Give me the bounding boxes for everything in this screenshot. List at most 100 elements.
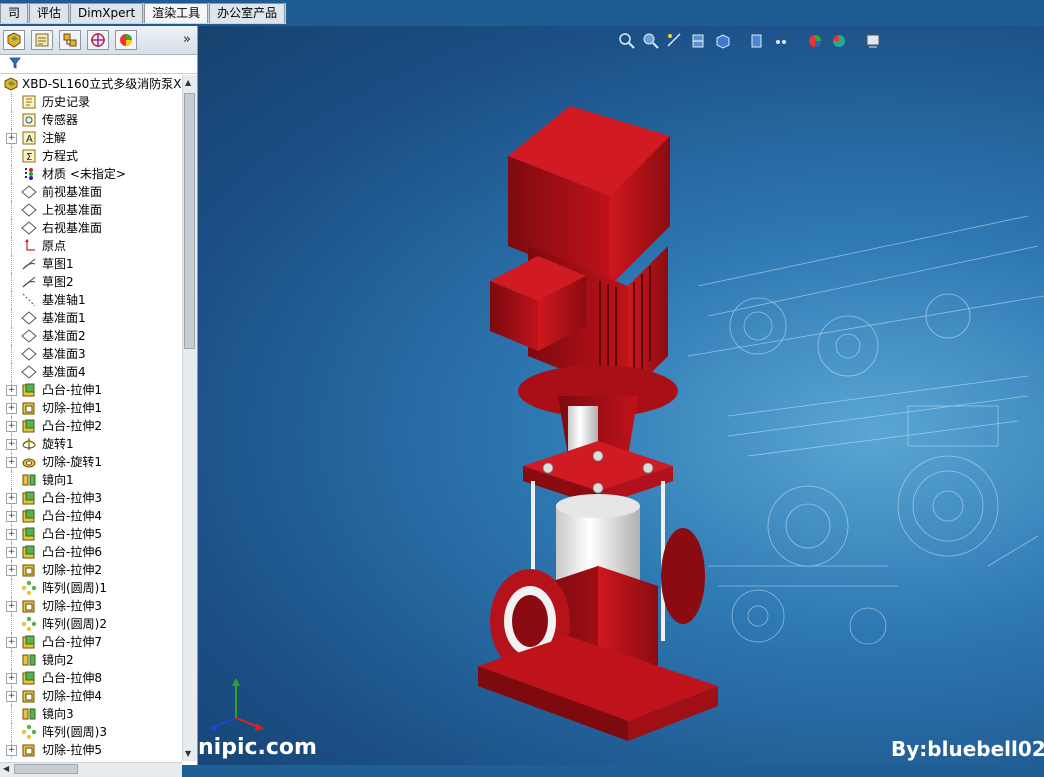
command-tab[interactable]: DimXpert <box>70 3 144 23</box>
tree-root-part[interactable]: XBD-SL160立式多级消防泵X <box>0 75 182 93</box>
tree-connector <box>11 471 13 489</box>
boss-extrude-icon <box>21 544 37 560</box>
tree-vertical-scrollbar[interactable]: ▲ ▼ <box>182 75 197 761</box>
tree-item[interactable]: 上视基准面 <box>0 201 182 219</box>
tree-item[interactable]: 草图1 <box>0 255 182 273</box>
expand-toggle-icon[interactable]: + <box>6 385 17 396</box>
tree-item[interactable]: + 切除-旋转1 <box>0 453 182 471</box>
zoom-area-icon[interactable] <box>642 32 660 50</box>
expand-toggle-icon[interactable]: + <box>6 457 17 468</box>
tree-item[interactable]: 镜向1 <box>0 471 182 489</box>
tree-connector <box>11 165 13 183</box>
expand-toggle-icon[interactable]: + <box>6 511 17 522</box>
scroll-up-icon[interactable]: ▲ <box>185 78 191 87</box>
expand-toggle-icon[interactable]: + <box>6 547 17 558</box>
expand-toggle-icon[interactable]: + <box>6 565 17 576</box>
tree-item[interactable]: + 切除-拉伸5 <box>0 741 182 759</box>
expand-toggle-icon[interactable]: + <box>6 673 17 684</box>
tree-item[interactable]: 传感器 <box>0 111 182 129</box>
scroll-down-icon[interactable]: ▼ <box>185 749 191 758</box>
tree-item-label: 切除-拉伸5 <box>42 743 102 757</box>
tree-item[interactable]: + 凸台-拉伸1 <box>0 381 182 399</box>
zoom-to-fit-icon[interactable] <box>618 32 636 50</box>
command-tab[interactable]: 司 <box>0 3 29 23</box>
tree-connector <box>11 327 13 345</box>
tree-item-label: 基准面4 <box>42 365 86 379</box>
tree-item[interactable]: + 切除-拉伸4 <box>0 687 182 705</box>
tree-item[interactable]: Σ 方程式 <box>0 147 182 165</box>
tree-item[interactable]: 基准面3 <box>0 345 182 363</box>
command-tab[interactable]: 评估 <box>29 3 70 23</box>
view-settings-icon[interactable] <box>864 32 882 50</box>
revolve-icon <box>21 436 37 452</box>
watermark-left: nipic.com <box>198 735 317 760</box>
tree-filter-row[interactable] <box>0 55 197 74</box>
hide-show-icon[interactable] <box>772 32 790 50</box>
tree-item[interactable]: + 旋转1 <box>0 435 182 453</box>
history-icon <box>21 94 37 110</box>
tree-item[interactable]: + 凸台-拉伸5 <box>0 525 182 543</box>
tree-item[interactable]: 镜向3 <box>0 705 182 723</box>
horizontal-scroll-thumb[interactable] <box>14 764 78 774</box>
tree-item[interactable]: 基准面2 <box>0 327 182 345</box>
expand-toggle-icon[interactable]: + <box>6 493 17 504</box>
scroll-left-icon[interactable]: ◀ <box>3 764 9 773</box>
tree-item[interactable]: 历史记录 <box>0 93 182 111</box>
expand-toggle-icon[interactable]: + <box>6 745 17 756</box>
tree-item[interactable]: 草图2 <box>0 273 182 291</box>
tree-item[interactable]: + 切除-拉伸3 <box>0 597 182 615</box>
expand-panel-button[interactable]: » <box>183 32 191 47</box>
previous-view-icon[interactable] <box>666 32 684 50</box>
tree-item-label: 阵列(圆周)2 <box>42 617 107 631</box>
tree-item[interactable]: 基准轴1 <box>0 291 182 309</box>
tree-item[interactable]: + 凸台-拉伸6 <box>0 543 182 561</box>
tree-item-label: 草图1 <box>42 257 74 271</box>
expand-toggle-icon[interactable]: + <box>6 133 17 144</box>
tree-item[interactable]: + 切除-拉伸2 <box>0 561 182 579</box>
tree-item[interactable]: + 凸台-拉伸7 <box>0 633 182 651</box>
tree-item[interactable]: 阵列(圆周)1 <box>0 579 182 597</box>
tree-item[interactable]: + A 注解 <box>0 129 182 147</box>
feature-manager-tab[interactable] <box>3 30 25 50</box>
tree-connector <box>11 579 13 597</box>
tree-item[interactable]: + 凸台-拉伸2 <box>0 417 182 435</box>
tree-item[interactable]: 材质 <未指定> <box>0 165 182 183</box>
sketch-icon <box>21 274 37 290</box>
command-tab[interactable]: 渲染工具 <box>144 3 209 23</box>
expand-toggle-icon[interactable]: + <box>6 403 17 414</box>
tree-item[interactable]: 基准面1 <box>0 309 182 327</box>
expand-toggle-icon[interactable]: + <box>6 439 17 450</box>
tree-item-label: 切除-拉伸2 <box>42 563 102 577</box>
expand-toggle-icon[interactable]: + <box>6 421 17 432</box>
tree-item[interactable]: 阵列(圆周)2 <box>0 615 182 633</box>
tree-item[interactable]: 原点 <box>0 237 182 255</box>
edit-appearance-icon[interactable] <box>806 32 824 50</box>
scroll-thumb[interactable] <box>184 93 195 349</box>
display-style-icon[interactable] <box>748 32 766 50</box>
configuration-manager-tab[interactable] <box>59 30 81 50</box>
property-manager-tab[interactable] <box>31 30 53 50</box>
apply-scene-icon[interactable] <box>830 32 848 50</box>
display-manager-tab[interactable] <box>115 30 137 50</box>
tree-item[interactable]: 右视基准面 <box>0 219 182 237</box>
tree-item[interactable]: 阵列(圆周)3 <box>0 723 182 741</box>
tree-item[interactable]: + 切除-拉伸1 <box>0 399 182 417</box>
dimxpert-manager-tab[interactable] <box>87 30 109 50</box>
view-orientation-icon[interactable] <box>714 32 732 50</box>
filter-icon[interactable] <box>9 57 21 69</box>
expand-toggle-icon[interactable]: + <box>6 601 17 612</box>
expand-toggle-icon[interactable]: + <box>6 529 17 540</box>
tree-item[interactable]: 前视基准面 <box>0 183 182 201</box>
tree-item[interactable]: 镜向2 <box>0 651 182 669</box>
expand-toggle-icon[interactable]: + <box>6 637 17 648</box>
fire-pump-3d-model[interactable] <box>468 96 728 756</box>
graphics-viewport[interactable]: nipic.com By:bluebell020... <box>198 26 1044 765</box>
expand-toggle-icon[interactable]: + <box>6 691 17 702</box>
tree-item[interactable]: + 凸台-拉伸8 <box>0 669 182 687</box>
tree-item[interactable]: + 凸台-拉伸4 <box>0 507 182 525</box>
tree-item[interactable]: + 凸台-拉伸3 <box>0 489 182 507</box>
tree-horizontal-scrollbar[interactable]: ◀ <box>0 762 182 777</box>
command-tab[interactable]: 办公室产品 <box>209 3 286 23</box>
tree-item[interactable]: 基准面4 <box>0 363 182 381</box>
section-view-icon[interactable] <box>690 32 708 50</box>
